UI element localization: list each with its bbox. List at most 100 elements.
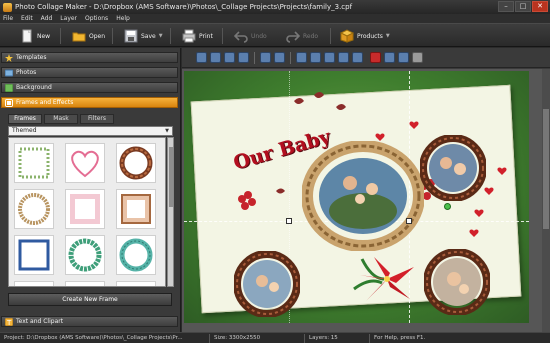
section-background[interactable]: Background xyxy=(1,82,178,93)
toolbar-divider xyxy=(112,28,113,44)
tab-frames[interactable]: Frames xyxy=(8,114,42,124)
send-backward-icon[interactable] xyxy=(238,52,249,63)
photo-frame-bottom-left[interactable] xyxy=(234,251,300,317)
section-text-and-clipart[interactable]: T Text and Clipart xyxy=(1,316,178,327)
redo-button[interactable]: Redo xyxy=(286,27,318,45)
selection-handle[interactable] xyxy=(406,218,412,224)
lace-frame-icon xyxy=(121,194,151,224)
window-title: Photo Collage Maker - D:\Dropbox (AMS So… xyxy=(15,3,353,11)
collage-canvas[interactable]: Our Baby xyxy=(184,71,529,323)
frame-gallery-scrollbar[interactable] xyxy=(167,137,174,287)
heart-frame-icon xyxy=(71,150,99,178)
svg-text:T: T xyxy=(6,319,12,326)
app-logo-icon xyxy=(3,2,12,12)
maximize-button[interactable]: □ xyxy=(515,1,531,12)
main-toolbar: New Open Save ▼ Print Undo Redo Products… xyxy=(0,23,550,47)
frame-thumbnail[interactable] xyxy=(14,235,54,275)
window-controls: – □ ✕ xyxy=(498,1,548,12)
create-new-frame-button[interactable]: Create New Frame xyxy=(8,293,172,306)
save-button[interactable]: Save ▼ xyxy=(124,27,163,45)
save-dropdown-icon[interactable]: ▼ xyxy=(159,33,163,39)
flip-horizontal-icon[interactable] xyxy=(338,52,349,63)
frame-thumbnail[interactable] xyxy=(14,189,54,229)
crop-icon[interactable] xyxy=(384,52,395,63)
frames-tabs: Frames Mask Filters xyxy=(8,114,168,124)
copy-icon[interactable] xyxy=(296,52,307,63)
menu-help[interactable]: Help xyxy=(116,15,130,22)
printer-icon xyxy=(182,29,196,43)
frame-thumbnail[interactable] xyxy=(116,281,156,286)
section-templates[interactable]: Templates xyxy=(1,52,178,63)
status-size: Size: 3300x2550 xyxy=(210,333,305,343)
distribute-icon[interactable] xyxy=(274,52,285,63)
tab-mask[interactable]: Mask xyxy=(44,114,78,124)
section-photos[interactable]: Photos xyxy=(1,67,178,78)
app-window: Photo Collage Maker - D:\Dropbox (AMS So… xyxy=(0,0,550,343)
frames-icon xyxy=(5,98,13,107)
rotate-icon[interactable] xyxy=(352,52,363,63)
photo-icon xyxy=(5,69,13,76)
title-bar: Photo Collage Maker - D:\Dropbox (AMS So… xyxy=(0,0,550,14)
text-icon: T xyxy=(5,317,13,326)
delete-icon[interactable] xyxy=(370,52,381,63)
green-wreath-frame-icon xyxy=(68,238,102,272)
flip-left-icon[interactable] xyxy=(310,52,321,63)
frame-category-select[interactable]: Themed ▼ xyxy=(8,126,173,136)
frame-thumbnail[interactable] xyxy=(116,143,156,183)
menu-edit[interactable]: Edit xyxy=(21,15,33,22)
frame-thumbnail[interactable] xyxy=(65,189,105,229)
floral-frame-icon xyxy=(18,147,50,179)
frame-thumbnail[interactable] xyxy=(14,281,54,286)
print-button[interactable]: Print xyxy=(182,27,213,45)
status-project-path: Project: D:\Dropbox (AMS Software)\Photo… xyxy=(0,333,210,343)
new-button[interactable]: New xyxy=(20,27,50,45)
minimize-button[interactable]: – xyxy=(498,1,514,12)
settings-gear-icon[interactable] xyxy=(398,52,409,63)
canvas-viewport[interactable]: Our Baby xyxy=(182,69,542,332)
menu-layer[interactable]: Layer xyxy=(60,15,77,22)
selection-handle[interactable] xyxy=(286,218,292,224)
send-to-back-icon[interactable] xyxy=(210,52,221,63)
undo-arrow-icon xyxy=(234,31,248,43)
frame-thumbnail[interactable] xyxy=(65,281,105,286)
products-button[interactable]: Products ▼ xyxy=(340,27,390,45)
pink-frame-icon xyxy=(70,194,100,224)
scrollbar-thumb[interactable] xyxy=(543,109,549,229)
products-box-icon xyxy=(340,29,354,43)
align-icon[interactable] xyxy=(260,52,271,63)
toolbar-divider xyxy=(60,28,61,44)
flip-vertical-icon[interactable] xyxy=(324,52,335,63)
close-button[interactable]: ✕ xyxy=(532,1,548,12)
open-button[interactable]: Open xyxy=(72,27,105,45)
undo-button[interactable]: Undo xyxy=(234,27,267,45)
rotation-handle[interactable] xyxy=(444,203,451,210)
frame-thumbnail[interactable] xyxy=(116,235,156,275)
photo-frame-top-right[interactable] xyxy=(420,135,486,201)
menu-add[interactable]: Add xyxy=(41,15,53,22)
editor-area: Our Baby xyxy=(182,48,550,332)
scrollbar-thumb[interactable] xyxy=(169,147,173,207)
chevron-down-icon: ▼ xyxy=(165,128,169,134)
lily-clipart[interactable] xyxy=(352,249,422,309)
wreath-frame-icon xyxy=(119,146,153,180)
frame-thumbnail[interactable] xyxy=(65,143,105,183)
tab-filters[interactable]: Filters xyxy=(80,114,114,124)
bring-to-front-icon[interactable] xyxy=(196,52,207,63)
frame-thumbnail[interactable] xyxy=(65,235,105,275)
photo-frame-bottom-right[interactable] xyxy=(424,249,490,315)
menu-file[interactable]: File xyxy=(3,15,13,22)
lock-icon[interactable] xyxy=(412,52,423,63)
redo-arrow-icon xyxy=(286,31,300,43)
bring-forward-icon[interactable] xyxy=(224,52,235,63)
menu-options[interactable]: Options xyxy=(85,15,108,22)
status-help: For Help, press F1. xyxy=(374,334,426,341)
canvas-vertical-scrollbar[interactable] xyxy=(542,69,550,332)
frame-thumbnail[interactable] xyxy=(116,189,156,229)
left-panel: Templates Photos Background Frames and E… xyxy=(0,48,181,332)
products-dropdown-icon[interactable]: ▼ xyxy=(386,33,390,39)
photo-frame-center[interactable] xyxy=(302,141,424,251)
section-frames-and-effects[interactable]: Frames and Effects xyxy=(1,97,178,108)
frame-thumbnail[interactable] xyxy=(14,143,54,183)
frame-category-value: Themed xyxy=(12,127,37,134)
toolbar-divider xyxy=(330,28,331,44)
